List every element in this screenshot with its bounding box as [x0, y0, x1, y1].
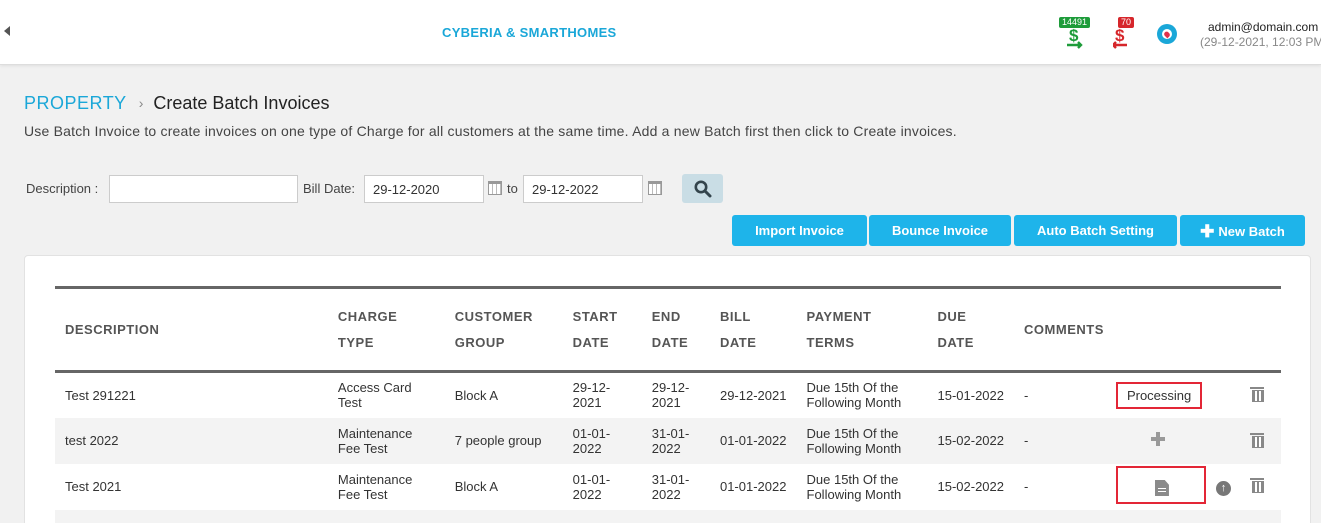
trash-icon[interactable]: [1250, 432, 1264, 448]
col-start-date[interactable]: START DATE: [562, 287, 642, 373]
arrow-up-circle-icon[interactable]: ↑: [1216, 480, 1231, 496]
dollar-in-icon: $: [1067, 26, 1083, 49]
cell-due-date: 15-01-2022: [937, 387, 1004, 403]
calendar-icon[interactable]: [488, 181, 502, 195]
cell-due-date: 15-02-2022: [927, 417, 1015, 464]
cell-partial: [55, 509, 1281, 523]
cell-charge-type: Access Card Test: [337, 380, 412, 411]
cell-description: Test 291221: [65, 387, 136, 403]
col-payment-terms[interactable]: PAYMENT TERMS: [796, 287, 928, 373]
create-invoices-plus-icon[interactable]: [1150, 432, 1165, 446]
cell-start-date: 01-01- 2022: [572, 471, 611, 502]
search-button[interactable]: [682, 174, 723, 203]
bill-date-label: Bill Date:: [303, 181, 356, 196]
col-customer-group[interactable]: CUSTOMER GROUP: [444, 287, 563, 373]
cell-status: [1105, 417, 1206, 464]
bounce-invoice-button[interactable]: Bounce Invoice: [869, 215, 1011, 246]
breadcrumb-property-link[interactable]: PROPERTY: [24, 93, 127, 113]
cell-end-date: 31-01- 2022: [641, 417, 710, 464]
cell-payment-terms: Due 15th Of the Following Month: [796, 417, 928, 464]
dollar-out-icon: $: [1113, 26, 1127, 49]
cell-description: test 2022: [55, 417, 328, 464]
cell-customer-group: 7 people group: [444, 417, 563, 464]
table-header-row: DESCRIPTION CHARGE TYPE CUSTOMER GROUP STA…: [55, 287, 1281, 373]
table-row[interactable]: Test 2021 Maintenance Fee Test Block A 01…: [55, 464, 1281, 510]
search-icon: [694, 180, 712, 198]
cell-actions: [1206, 372, 1281, 418]
table-row[interactable]: test 2022 Maintenance Fee Test 7 people g…: [55, 417, 1281, 464]
cell-comments: -: [1014, 417, 1106, 464]
col-bill-date[interactable]: BILL DATE: [709, 287, 797, 373]
cell-status: Processing: [1106, 372, 1206, 418]
bill-date-from-input[interactable]: [364, 175, 484, 203]
cell-end-date: 31-01- 2022: [651, 471, 690, 502]
cell-customer-group: Block A: [454, 479, 499, 494]
user-email: admin@domain.com: [1208, 20, 1319, 34]
table-row[interactable]: [55, 509, 1281, 523]
collapse-sidebar-icon[interactable]: [4, 26, 10, 36]
status-badge: Processing: [1115, 381, 1203, 409]
cell-bill-date: 29-12-2021: [719, 387, 787, 403]
col-end-date[interactable]: END DATE: [641, 287, 710, 373]
cell-status: [1106, 464, 1206, 510]
plus-icon: ✚: [1200, 222, 1215, 241]
cell-actions: ↑: [1206, 464, 1281, 510]
bill-date-to-input[interactable]: [523, 175, 643, 203]
cell-bill-date: 01-01-2022: [719, 479, 787, 494]
trash-icon[interactable]: [1250, 477, 1264, 493]
cell-payment-terms: Due 15th Of the Following Month: [806, 380, 902, 411]
col-status: [1105, 287, 1206, 373]
avatar[interactable]: [1157, 24, 1177, 44]
cell-actions: [1205, 417, 1281, 464]
cell-start-date: 29-12- 2021: [572, 380, 611, 411]
new-batch-button[interactable]: ✚ New Batch: [1180, 215, 1305, 246]
breadcrumb: PROPERTY › Create Batch Invoices: [24, 93, 329, 114]
user-info[interactable]: admin@domain.com (29-12-2021, 12:03 PM): [1200, 20, 1321, 50]
col-description[interactable]: DESCRIPTION: [55, 287, 328, 373]
cell-bill-date: 01-01-2022: [709, 417, 797, 464]
cell-charge-type: Maintenance Fee Test: [327, 417, 445, 464]
login-time: (29-12-2021, 12:03 PM): [1200, 35, 1321, 49]
top-bar: CYBERIA & SMARTHOMES 14491 $ 70 $ admin@…: [0, 0, 1321, 65]
heart-icon: [1162, 29, 1172, 39]
col-actions: [1205, 287, 1281, 373]
invoice-status-box: [1115, 466, 1206, 504]
company-name: CYBERIA & SMARTHOMES: [442, 25, 617, 40]
cell-end-date: 29-12- 2021: [651, 380, 690, 411]
trash-icon[interactable]: [1250, 387, 1264, 403]
calendar-icon[interactable]: [648, 181, 662, 195]
cell-charge-type: Maintenance Fee Test: [337, 471, 413, 502]
batch-invoice-table: DESCRIPTION CHARGE TYPE CUSTOMER GROUP STA…: [55, 286, 1281, 523]
cell-due-date: 15-02-2022: [937, 479, 1004, 494]
cell-customer-group: Block A: [454, 387, 499, 403]
chevron-right-icon: ›: [138, 95, 144, 111]
cell-comments: -: [1024, 387, 1029, 403]
cell-start-date: 01-01- 2022: [562, 417, 642, 464]
page-title: Create Batch Invoices: [153, 93, 330, 113]
table-row[interactable]: Test 291221 Access Card Test Block A 29-1…: [55, 372, 1281, 418]
auto-batch-setting-button[interactable]: Auto Batch Setting: [1014, 215, 1177, 246]
cell-description: Test 2021: [65, 479, 122, 494]
svg-text:$: $: [1115, 26, 1125, 45]
page-description: Use Batch Invoice to create invoices on …: [24, 123, 957, 139]
date-to-label: to: [507, 181, 518, 196]
description-input[interactable]: [109, 175, 298, 203]
income-indicator[interactable]: 14491 $: [1059, 17, 1093, 49]
new-batch-label: New Batch: [1218, 224, 1285, 239]
col-charge-type[interactable]: CHARGE TYPE: [327, 287, 445, 373]
description-label: Description :: [26, 181, 99, 196]
expense-indicator[interactable]: 70 $: [1113, 17, 1147, 49]
col-due-date[interactable]: DUE DATE: [927, 287, 1015, 373]
document-icon[interactable]: [1154, 480, 1169, 496]
col-comments[interactable]: COMMENTS: [1014, 287, 1106, 373]
cell-comments: -: [1024, 479, 1029, 494]
cell-payment-terms: Due 15th Of the Following Month: [806, 471, 902, 502]
import-invoice-button[interactable]: Import Invoice: [732, 215, 867, 246]
svg-text:$: $: [1069, 26, 1079, 45]
